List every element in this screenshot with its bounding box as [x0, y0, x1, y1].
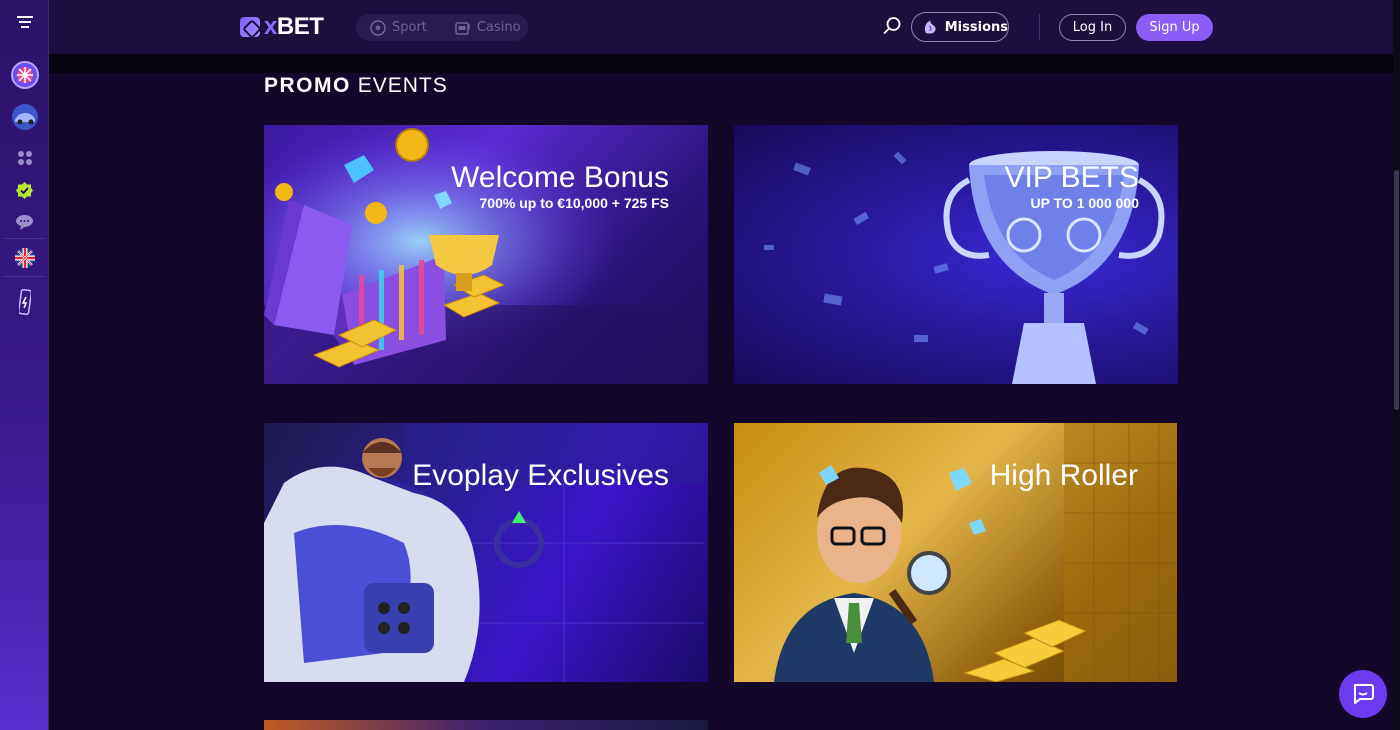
- missions-button[interactable]: Missions: [911, 12, 1009, 42]
- soccer-ball-icon: [370, 19, 386, 36]
- logo-text: xBET: [264, 13, 324, 40]
- missions-label: Missions: [944, 19, 1008, 35]
- promo-title: Welcome Bonus: [451, 161, 669, 194]
- tab-casino-label: Casino: [476, 20, 521, 35]
- promo-subtitle: 700% up to €10,000 + 725 FS: [479, 195, 670, 211]
- menu-icon[interactable]: [0, 12, 49, 32]
- promo-card-vip-bets[interactable]: VIP BETS UP TO 1 000 000: [734, 125, 1178, 384]
- promo-subtitle: UP TO 1 000 000: [1030, 195, 1139, 211]
- sidebar: [0, 0, 49, 730]
- header-shadow: [49, 54, 1393, 73]
- chat-bubble-icon[interactable]: [0, 212, 49, 232]
- signup-button[interactable]: Sign Up: [1136, 14, 1213, 41]
- promo-card-partial[interactable]: [264, 720, 708, 730]
- scrollbar-thumb[interactable]: [1394, 170, 1399, 410]
- games-grid-icon[interactable]: [0, 148, 49, 168]
- promo-title: VIP BETS: [1004, 161, 1139, 194]
- promo-card-welcome-bonus[interactable]: Welcome Bonus 700% up to €10,000 + 725 F…: [264, 125, 708, 384]
- tab-sport[interactable]: Sport: [356, 14, 441, 41]
- header-divider: [1039, 14, 1040, 40]
- logo-mark-icon: [240, 17, 260, 37]
- promo-title: High Roller: [989, 459, 1138, 492]
- slot-machine-icon: [455, 21, 470, 35]
- promo-title: Evoplay Exclusives: [412, 459, 669, 492]
- logo[interactable]: xBET: [240, 13, 324, 40]
- sidebar-divider: [4, 276, 45, 277]
- uk-flag-icon[interactable]: [0, 248, 49, 268]
- login-button[interactable]: Log In: [1059, 14, 1126, 41]
- search-icon[interactable]: [882, 16, 904, 38]
- tab-casino[interactable]: Casino: [441, 14, 535, 41]
- promo-card-evoplay-exclusives[interactable]: Evoplay Exclusives: [264, 423, 708, 682]
- live-chat-button[interactable]: [1339, 670, 1387, 718]
- tab-sport-label: Sport: [392, 20, 427, 35]
- mobile-app-icon[interactable]: [0, 288, 49, 316]
- badge-check-icon[interactable]: [0, 180, 49, 200]
- chat-icon: [1353, 684, 1374, 704]
- wheel-of-fortune-icon[interactable]: [0, 60, 49, 90]
- page-title: PROMO EVENTS: [264, 74, 448, 97]
- missions-icon: [924, 20, 936, 34]
- mode-switch: Sport Casino: [356, 14, 528, 41]
- promo-card-high-roller[interactable]: High Roller: [734, 423, 1177, 682]
- car-icon[interactable]: [0, 102, 49, 132]
- sidebar-divider: [4, 238, 45, 239]
